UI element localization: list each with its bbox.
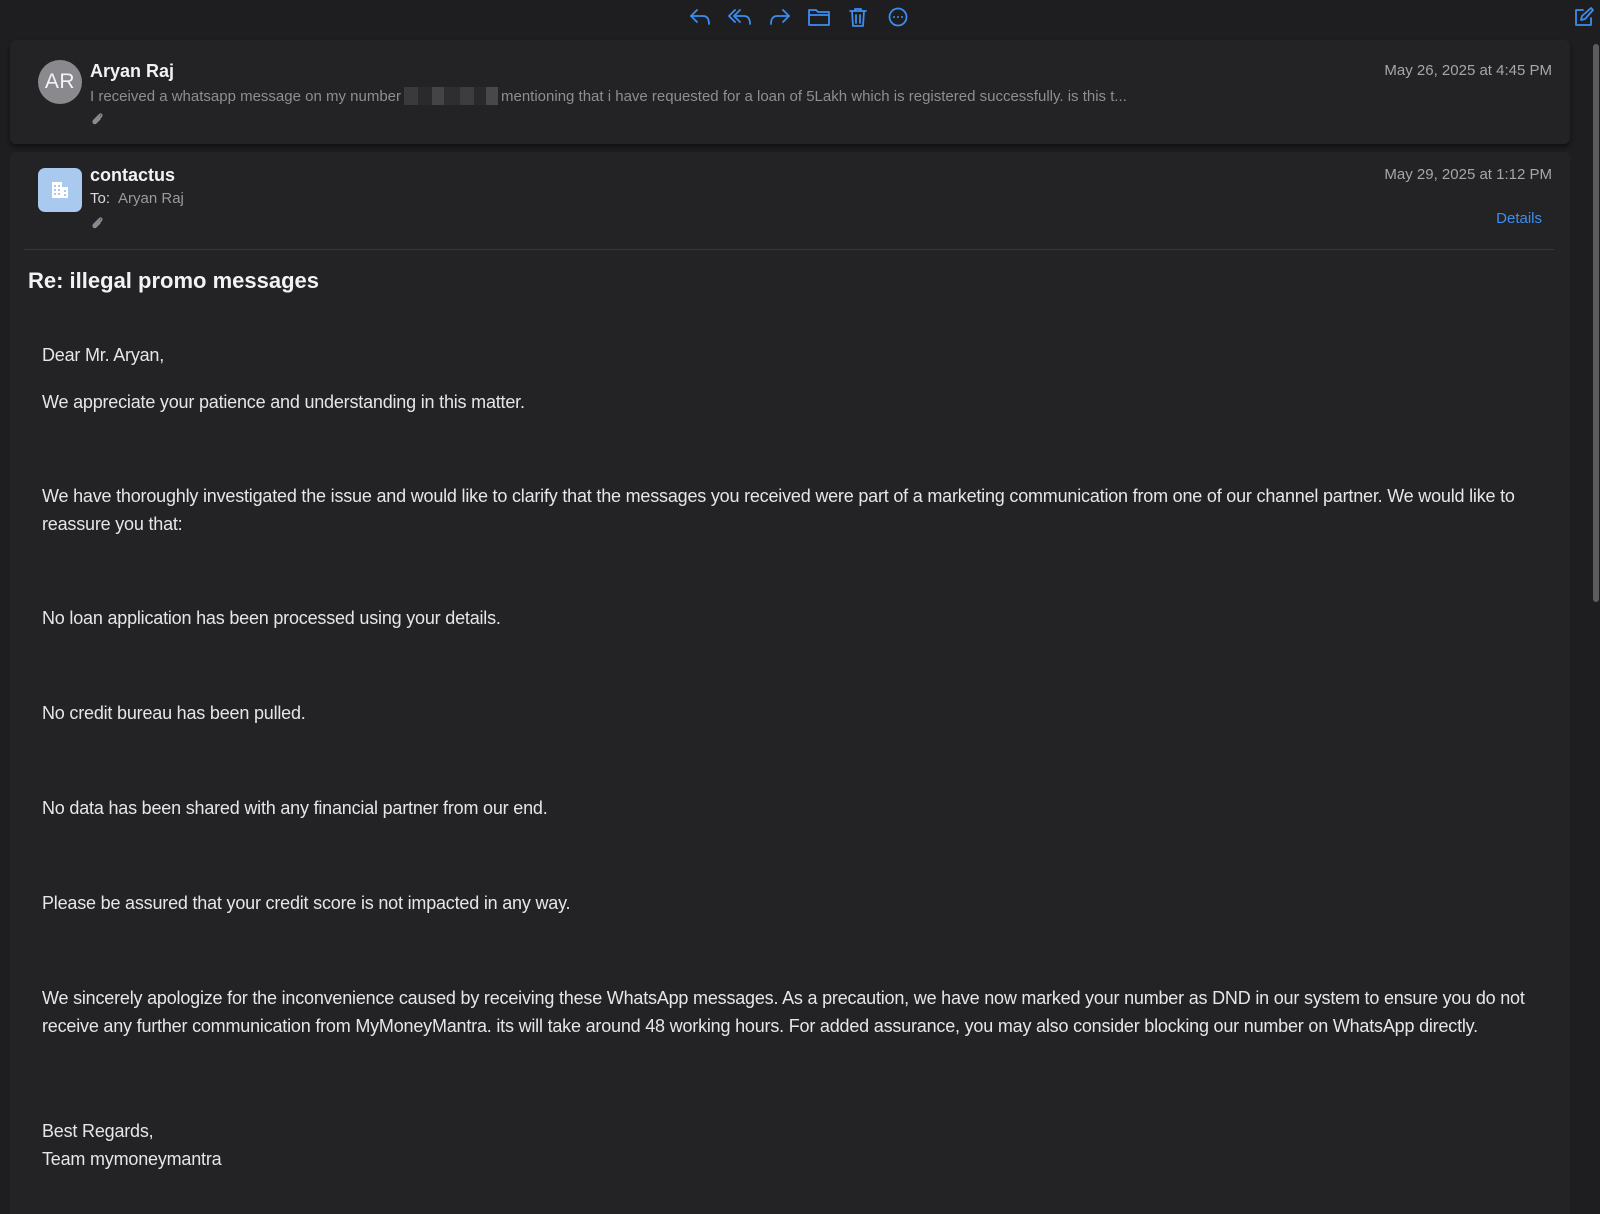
building-icon [52, 182, 68, 198]
avatar: AR [38, 60, 82, 104]
details-link[interactable]: Details [1496, 210, 1542, 227]
message-date: May 26, 2025 at 4:45 PM [1384, 62, 1552, 79]
message-date: May 29, 2025 at 1:12 PM [1384, 166, 1552, 183]
body-paragraph: We sincerely apologize for the inconveni… [42, 988, 1525, 1036]
sender-name: contactus [90, 165, 176, 185]
trash-icon[interactable] [844, 4, 872, 30]
to-label: To: [90, 190, 111, 207]
message-collapsed-aryan[interactable]: AR Aryan Raj May 26, 2025 at 4:45 PM I r… [10, 40, 1570, 144]
company-avatar [38, 168, 82, 212]
more-icon[interactable] [884, 4, 912, 30]
body-paragraph: No credit bureau has been pulled. [42, 703, 306, 723]
email-subject: Re: illegal promo messages [28, 268, 319, 293]
message-toolbar [0, 0, 1600, 34]
body-greeting: Dear Mr. Aryan, [42, 345, 165, 365]
header-divider [24, 249, 1554, 250]
attachment-icon [92, 217, 103, 229]
message-expanded-contactus: contactus May 29, 2025 at 1:12 PM To: Ary… [10, 152, 1570, 1214]
compose-icon[interactable] [1570, 4, 1598, 30]
forward-icon[interactable] [766, 4, 794, 30]
body-paragraph: We appreciate your patience and understa… [42, 392, 525, 412]
recipient-name[interactable]: Aryan Raj [118, 190, 184, 207]
body-paragraph: We have thoroughly investigated the issu… [42, 486, 1515, 534]
move-folder-icon[interactable] [805, 4, 833, 30]
body-paragraph: No data has been shared with any financi… [42, 798, 548, 818]
preview-text-after: mentioning that i have requested for a l… [501, 88, 1127, 105]
sender-name: Aryan Raj [90, 61, 175, 81]
body-closing: Best Regards, [42, 1121, 154, 1141]
reply-icon[interactable] [686, 4, 714, 30]
preview-text-before: I received a whatsapp message on my numb… [90, 88, 401, 105]
recipient-row: To: Aryan Raj [90, 190, 184, 207]
reply-all-icon[interactable] [726, 4, 754, 30]
redacted-phone-number [404, 87, 498, 105]
body-paragraph: No loan application has been processed u… [42, 608, 501, 628]
message-preview: I received a whatsapp message on my numb… [90, 87, 1127, 105]
attachment-icon [92, 113, 103, 125]
body-signature: Team mymoneymantra [42, 1149, 222, 1169]
body-paragraph: Please be assured that your credit score… [42, 893, 571, 913]
scrollbar-thumb[interactable] [1593, 44, 1599, 602]
